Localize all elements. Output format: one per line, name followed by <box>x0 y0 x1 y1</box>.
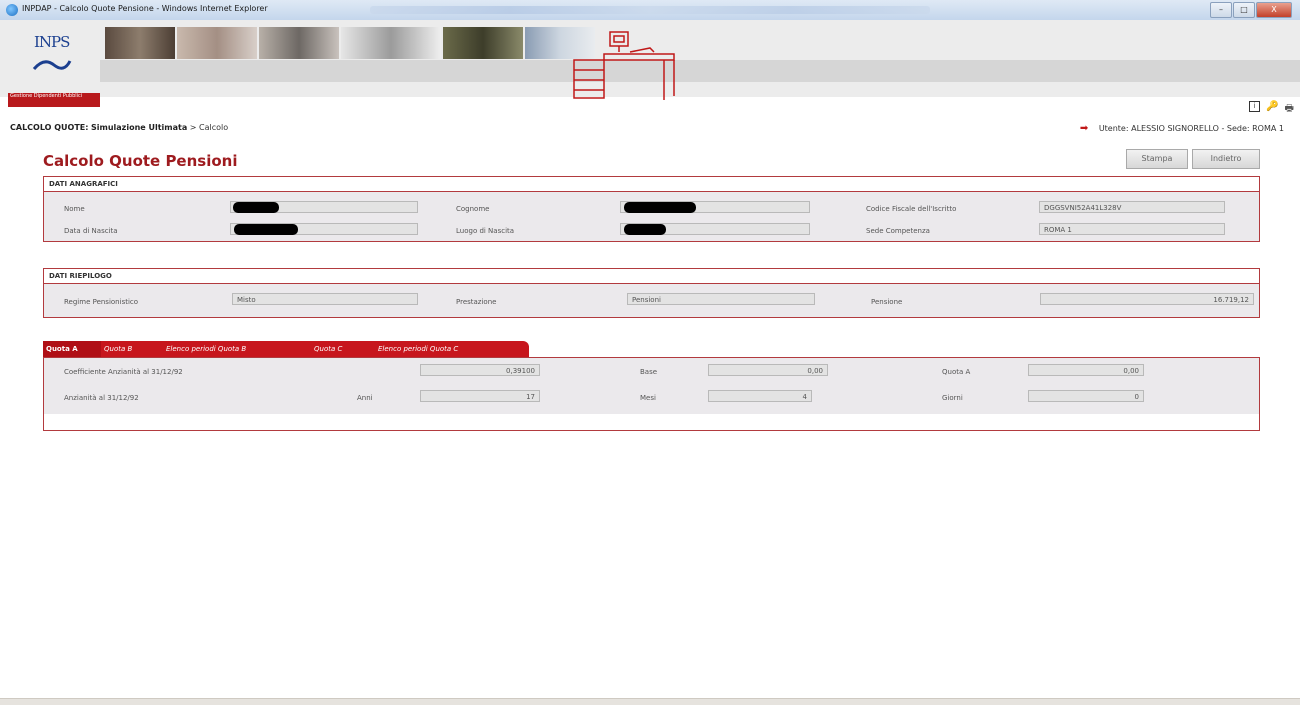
close-button[interactable]: X <box>1256 2 1292 18</box>
banner-photo-1 <box>105 27 175 59</box>
coeff-label: Coefficiente Anzianità al 31/12/92 <box>64 368 183 376</box>
tab-quota-a[interactable]: Quota A <box>43 341 101 358</box>
user-info: ➡ Utente: ALESSIO SIGNORELLO - Sede: ROM… <box>1080 123 1284 134</box>
info-icon[interactable]: i <box>1249 101 1261 112</box>
banner-strip <box>100 60 1300 82</box>
anzianita-label: Anzianità al 31/12/92 <box>64 394 139 402</box>
breadcrumb: CALCOLO QUOTE: Simulazione Ultimata > Ca… <box>10 123 228 132</box>
banner-photos <box>105 27 595 59</box>
luogo-label: Luogo di Nascita <box>456 227 515 235</box>
pensione-field: 16.719,12 <box>1040 293 1254 305</box>
quota-a-field: 0,00 <box>1028 364 1144 376</box>
quota-a-label: Quota A <box>942 368 971 376</box>
window-titlebar: INPDAP - Calcolo Quote Pensione - Window… <box>0 0 1300 21</box>
window-controls: – □ X <box>1209 2 1292 18</box>
panel-body: Nome Cognome Codice Fiscale dell'Iscritt… <box>44 192 1259 241</box>
giorni-field: 0 <box>1028 390 1144 402</box>
ie-icon <box>6 4 18 16</box>
regime-field: Misto <box>232 293 418 305</box>
nome-label: Nome <box>64 205 85 213</box>
banner-photo-5 <box>443 27 523 59</box>
minimize-button[interactable]: – <box>1210 2 1232 18</box>
tab-elenco-periodi-quota-c[interactable]: Elenco periodi Quota C <box>375 341 529 358</box>
user-sede: ROMA 1 <box>1252 124 1284 133</box>
coeff-field: 0,39100 <box>420 364 540 376</box>
prestazione-label: Prestazione <box>456 298 497 306</box>
breadcrumb-current: Calcolo <box>199 123 229 132</box>
pensione-label: Pensione <box>871 298 903 306</box>
user-label: Utente: <box>1098 124 1129 133</box>
regime-label: Regime Pensionistico <box>64 298 139 306</box>
prestazione-field: Pensioni <box>627 293 815 305</box>
breadcrumb-root: CALCOLO QUOTE: <box>10 123 89 132</box>
logo-wave-icon <box>32 60 72 70</box>
panel-dati-riepilogo: DATI RIEPILOGO Regime Pensionistico Mist… <box>43 268 1260 318</box>
panel-header: DATI ANAGRAFICI <box>44 177 1259 192</box>
luogo-redaction <box>624 224 666 235</box>
window-title: INPDAP - Calcolo Quote Pensione - Window… <box>22 4 268 13</box>
nascita-redaction <box>234 224 298 235</box>
logo-caption: Gestione Dipendenti Pubblici <box>8 93 100 107</box>
cognome-label: Cognome <box>456 205 490 213</box>
user-name: ALESSIO SIGNORELLO <box>1131 124 1219 133</box>
banner-photo-4 <box>341 27 441 59</box>
panel-body: Regime Pensionistico Misto Prestazione P… <box>44 284 1259 317</box>
anni-field: 17 <box>420 390 540 402</box>
nascita-label: Data di Nascita <box>64 227 118 235</box>
anni-label: Anni <box>357 394 373 402</box>
back-button[interactable]: Indietro <box>1192 149 1260 169</box>
panel-dati-anagrafici: DATI ANAGRAFICI Nome Cognome Codice Fisc… <box>43 176 1260 242</box>
tab-quota-b[interactable]: Quota B <box>101 341 163 358</box>
arrow-right-icon: ➡ <box>1079 123 1089 134</box>
panel-quota-a: Coefficiente Anzianità al 31/12/92 0,391… <box>43 357 1260 431</box>
desk-illustration-icon <box>573 31 675 100</box>
breadcrumb-section[interactable]: Simulazione Ultimata <box>91 123 187 132</box>
inps-logo: INPS Gestione Dipendenti Pubblici <box>8 25 100 107</box>
breadcrumb-separator: > <box>189 123 197 132</box>
panel-header: DATI RIEPILOGO <box>44 269 1259 284</box>
titlebar-blur <box>370 6 930 14</box>
cf-label: Codice Fiscale dell'Iscritto <box>866 205 957 213</box>
key-icon[interactable]: 🔑 <box>1266 101 1278 118</box>
tab-elenco-periodi-quota-b[interactable]: Elenco periodi Quota B <box>163 341 311 358</box>
nome-redaction <box>233 202 279 213</box>
print-button[interactable]: Stampa <box>1126 149 1188 169</box>
sede-label: - Sede: <box>1221 124 1250 133</box>
banner-photo-2 <box>177 27 257 59</box>
toolbar-icons: i 🔑 🖶 <box>1249 101 1294 118</box>
sede-competenza-label: Sede Competenza <box>866 227 930 235</box>
tab-quota-c[interactable]: Quota C <box>311 341 375 358</box>
panel-body: Coefficiente Anzianità al 31/12/92 0,391… <box>44 358 1259 414</box>
printer-icon[interactable]: 🖶 <box>1285 101 1294 118</box>
base-label: Base <box>640 368 658 376</box>
sede-competenza-field: ROMA 1 <box>1039 223 1225 235</box>
base-field: 0,00 <box>708 364 828 376</box>
giorni-label: Giorni <box>942 394 963 402</box>
mesi-field: 4 <box>708 390 812 402</box>
maximize-button[interactable]: □ <box>1233 2 1255 18</box>
cf-field: DGGSVNI52A41L328V <box>1039 201 1225 213</box>
banner-photo-3 <box>259 27 339 59</box>
logo-text: INPS <box>34 33 70 51</box>
mesi-label: Mesi <box>640 394 656 402</box>
cognome-redaction <box>624 202 696 213</box>
page-title: Calcolo Quote Pensioni <box>43 152 238 170</box>
